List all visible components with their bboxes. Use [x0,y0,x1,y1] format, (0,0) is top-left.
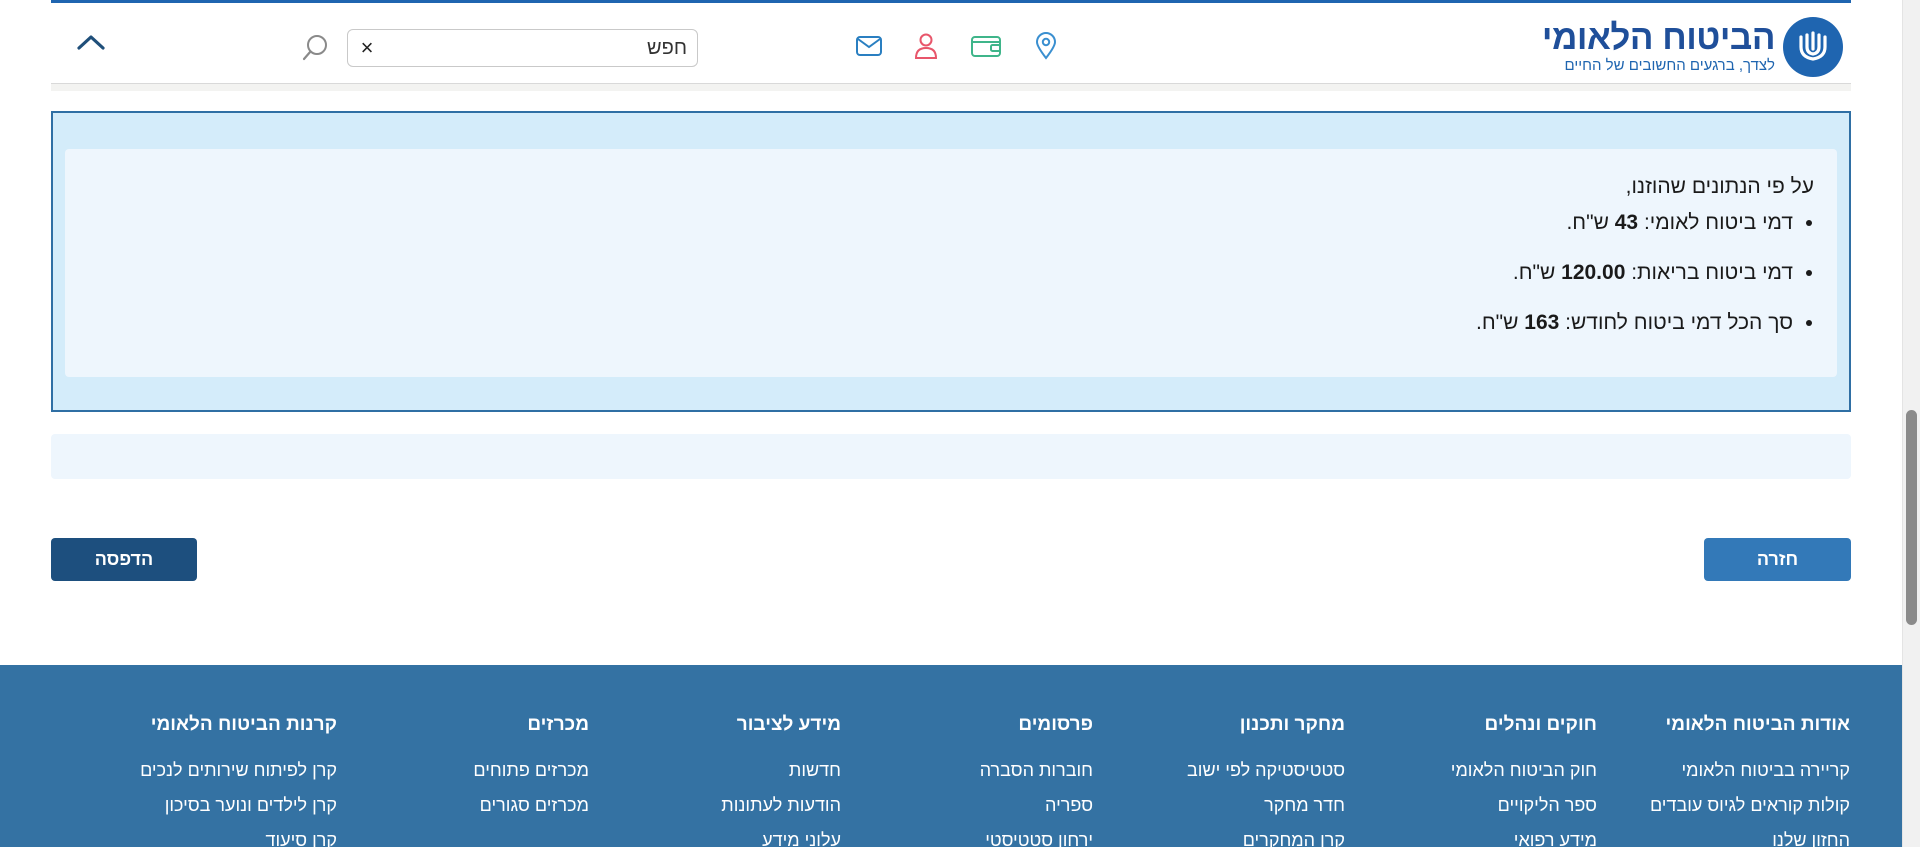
location-icon[interactable] [1032,32,1060,60]
footer-column-title: מחקר ותכנון [1239,714,1345,735]
site-logo[interactable]: הביטוח הלאומי לצדך, ברגעים החשובים של הח… [1542,17,1843,77]
search-box: × [347,29,698,67]
footer-column-laws: חוקים ונהלים חוק הביטוח הלאומי ספר הליקו… [1357,713,1597,847]
footer-column-title: חוקים ונהלים [1484,714,1597,735]
monthly-total-value: 163 [1524,311,1560,334]
footer-column-research: מחקר ותכנון סטטיסטיקה לפי ישוב חדר מחקר … [1105,713,1345,847]
page-scrollbar[interactable] [1902,0,1920,847]
result-intro: על פי הנתונים שהוזנו, [1625,175,1814,198]
footer-link[interactable]: סטטיסטיקה לפי ישוב [1105,759,1345,781]
mail-icon[interactable] [855,32,883,60]
footer-link[interactable]: ספריה [853,794,1093,816]
footer-link[interactable]: מכרזים סגורים [349,794,589,816]
logo-subtitle: לצדך, ברגעים החשובים של החיים [1564,56,1775,74]
header-divider [51,84,1851,91]
footer-column-title: קרנות הביטוח הלאומי [150,714,337,735]
info-panel [51,434,1851,479]
footer-column-tenders: מכרזים מכרזים פתוחים מכרזים סגורים [349,713,589,829]
result-item-health-insurance: דמי ביטוח בריאות: 120.00 ש"ח. [65,259,1793,287]
footer-column-public-info: מידע לציבור חדשות הודעות לעתונות עלוני מ… [601,713,841,847]
footer-link[interactable]: קריירה בביטוח הלאומי [1610,759,1850,781]
print-button[interactable]: הדפסה [51,538,197,581]
clear-search-icon[interactable]: × [356,36,378,60]
footer-link[interactable]: חוברות הסברה [853,759,1093,781]
back-button[interactable]: חזרה [1704,538,1851,581]
footer-link[interactable]: עלוני מידע [601,829,841,847]
scrollbar-thumb[interactable] [1906,410,1917,625]
logo-emblem-icon [1783,17,1843,77]
site-footer: אודות הביטוח הלאומי קריירה בביטוח הלאומי… [0,665,1902,847]
footer-link[interactable]: חדר מחקר [1105,794,1345,816]
footer-link[interactable]: ירחון סטטיסטי [853,829,1093,847]
footer-link[interactable]: חוק הביטוח הלאומי [1357,759,1597,781]
footer-link[interactable]: קרן לפיתוח שירותים לנכים [97,759,337,781]
footer-link[interactable]: מידע רפואי [1357,829,1597,847]
wallet-icon[interactable] [969,32,1003,60]
footer-link[interactable]: מכרזים פתוחים [349,759,589,781]
footer-link[interactable]: החזון שלנו [1610,829,1850,847]
footer-link[interactable]: קרן המחקרים [1105,829,1345,847]
site-header: הביטוח הלאומי לצדך, ברגעים החשובים של הח… [51,0,1851,84]
footer-column-title: פרסומים [1018,714,1093,735]
footer-column-title: מכרזים [527,714,589,735]
footer-link[interactable]: קרן לילדים ונוער בסיכון [97,794,337,816]
chevron-up-icon[interactable] [74,31,108,61]
logo-title: הביטוח הלאומי [1541,17,1776,57]
result-item-national-insurance: דמי ביטוח לאומי: 43 ש"ח. [65,209,1793,237]
result-item-monthly-total: סך הכל דמי ביטוח לחודש: 163 ש"ח. [65,309,1793,337]
search-input[interactable] [380,30,687,66]
calculation-result-panel: על פי הנתונים שהוזנו, דמי ביטוח לאומי: 4… [51,111,1851,412]
footer-link[interactable]: קולות קוראים לגיוס עובדים [1610,794,1850,816]
footer-column-about: אודות הביטוח הלאומי קריירה בביטוח הלאומי… [1610,713,1850,847]
health-insurance-value: 120.00 [1561,261,1626,284]
footer-column-title: אודות הביטוח הלאומי [1665,714,1850,735]
footer-link[interactable]: ספר הליקויים [1357,794,1597,816]
footer-column-funds: קרנות הביטוח הלאומי קרן לפיתוח שירותים ל… [97,713,337,847]
footer-column-publications: פרסומים חוברות הסברה ספריה ירחון סטטיסטי [853,713,1093,847]
result-list: דמי ביטוח לאומי: 43 ש"ח. דמי ביטוח בריאו… [65,209,1815,337]
result-content: על פי הנתונים שהוזנו, דמי ביטוח לאומי: 4… [65,149,1837,377]
national-insurance-value: 43 [1614,211,1639,234]
footer-link[interactable]: קרן סיעוד [97,829,337,847]
footer-link[interactable]: הודעות לעתונות [601,794,841,816]
footer-link[interactable]: חדשות [601,759,841,781]
footer-column-title: מידע לציבור [736,714,841,735]
search-icon[interactable] [301,33,331,63]
user-icon[interactable] [912,32,940,60]
